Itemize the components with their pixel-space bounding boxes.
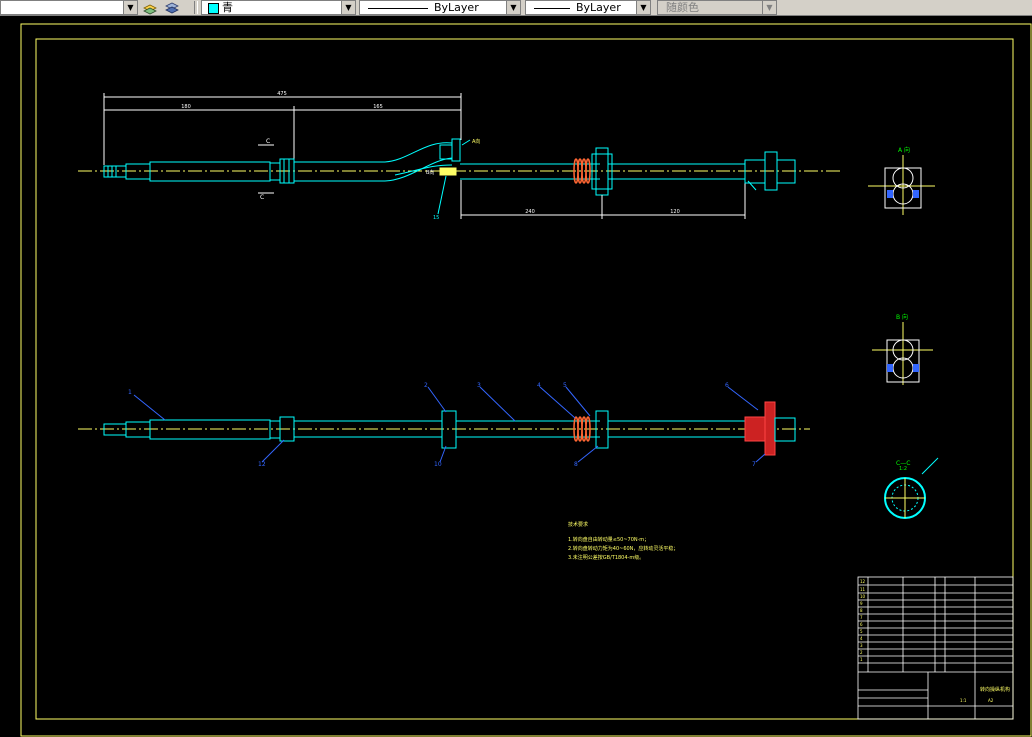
tech-req-title: 技术要求 bbox=[568, 521, 588, 528]
svg-text:1: 1 bbox=[860, 657, 863, 662]
svg-text:8: 8 bbox=[860, 608, 863, 613]
plotstyle-control-value: 随颜色 bbox=[666, 1, 699, 14]
properties-toolbar: ▼ 青 ▼ ByLayer ▼ ByLayer ▼ 随颜色 ▼ bbox=[0, 0, 1032, 16]
view-a: A 向 bbox=[868, 146, 935, 215]
tech-req-item-3: 3.未注明公差按GB/T1804-m级。 bbox=[568, 554, 644, 561]
svg-text:12: 12 bbox=[860, 579, 866, 584]
svg-text:180: 180 bbox=[181, 104, 191, 110]
title-block-scale: 1:1 bbox=[960, 698, 967, 703]
view-a-label: A 向 bbox=[898, 146, 910, 154]
svg-text:11: 11 bbox=[860, 587, 866, 592]
color-swatch-icon bbox=[208, 2, 219, 14]
svg-text:6: 6 bbox=[860, 622, 863, 627]
tech-req-item-1: 1.转向盘自由转动量≤50~70N·m； bbox=[568, 536, 649, 543]
svg-text:3: 3 bbox=[860, 643, 863, 648]
svg-text:C: C bbox=[266, 138, 270, 145]
lineweight-sample-icon bbox=[534, 7, 570, 9]
svg-text:7: 7 bbox=[860, 615, 863, 620]
svg-text:2: 2 bbox=[860, 650, 863, 655]
toolbar-separator bbox=[194, 1, 198, 14]
lineweight-control-dropdown[interactable]: ByLayer ▼ bbox=[525, 0, 651, 15]
linetype-control-dropdown[interactable]: ByLayer ▼ bbox=[359, 0, 521, 15]
color-control-value: 青 bbox=[222, 1, 233, 14]
svg-text:6: 6 bbox=[725, 382, 729, 389]
svg-text:5: 5 bbox=[563, 382, 567, 389]
main-view-bottom: 1 2 3 4 5 6 12 10 8 7 bbox=[78, 382, 810, 468]
chevron-down-icon: ▼ bbox=[762, 1, 776, 14]
chevron-down-icon[interactable]: ▼ bbox=[636, 1, 650, 14]
svg-text:4: 4 bbox=[537, 382, 541, 389]
view-b-label: B 向 bbox=[896, 313, 908, 321]
svg-text:240: 240 bbox=[525, 209, 535, 215]
view-b: B 向 bbox=[872, 313, 933, 385]
svg-text:2: 2 bbox=[424, 382, 428, 389]
svg-text:5: 5 bbox=[860, 629, 863, 634]
main-view-top: 475 180 165 C C A向 B向 240 120 15 bbox=[78, 91, 840, 221]
section-c-c: C—C 1:2 bbox=[884, 457, 939, 519]
svg-text:475: 475 bbox=[277, 91, 287, 97]
tech-req-item-2: 2.转向盘转动力矩为40~60N，应转动灵活平稳； bbox=[568, 545, 678, 552]
layer-previous-icon[interactable] bbox=[164, 0, 180, 15]
drawing-frame-border bbox=[35, 38, 1014, 720]
title-block-name: 转向操纵机构 bbox=[980, 686, 1010, 693]
svg-text:165: 165 bbox=[373, 104, 383, 110]
svg-text:1: 1 bbox=[128, 389, 132, 396]
paper-outer-border bbox=[20, 23, 1032, 737]
svg-text:12: 12 bbox=[258, 461, 266, 468]
chevron-down-icon[interactable]: ▼ bbox=[506, 1, 520, 14]
chevron-down-icon[interactable]: ▼ bbox=[341, 1, 355, 14]
svg-text:10: 10 bbox=[860, 594, 866, 599]
chevron-down-icon[interactable]: ▼ bbox=[123, 1, 137, 14]
linetype-control-value: ByLayer bbox=[434, 1, 479, 14]
technical-requirements: 技术要求 1.转向盘自由转动量≤50~70N·m； 2.转向盘转动力矩为40~6… bbox=[568, 521, 678, 561]
svg-text:15: 15 bbox=[433, 215, 439, 221]
section-c-scale: 1:2 bbox=[899, 466, 907, 472]
drawing-canvas[interactable]: 475 180 165 C C A向 B向 240 120 15 1 2 3 4… bbox=[0, 16, 1032, 737]
svg-text:3: 3 bbox=[477, 382, 481, 389]
plotstyle-control-dropdown: 随颜色 ▼ bbox=[657, 0, 777, 15]
title-block-size: A2 bbox=[988, 698, 994, 703]
svg-text:B向: B向 bbox=[426, 169, 434, 176]
lineweight-control-value: ByLayer bbox=[576, 1, 621, 14]
svg-text:7: 7 bbox=[752, 461, 756, 468]
color-control-dropdown[interactable]: 青 ▼ bbox=[201, 0, 356, 15]
svg-text:8: 8 bbox=[574, 461, 578, 468]
svg-text:A向: A向 bbox=[472, 138, 480, 145]
svg-text:C: C bbox=[260, 194, 264, 201]
svg-text:4: 4 bbox=[860, 636, 863, 641]
svg-text:10: 10 bbox=[434, 461, 442, 468]
svg-text:120: 120 bbox=[670, 209, 680, 215]
svg-text:9: 9 bbox=[860, 601, 863, 606]
layer-dropdown[interactable]: ▼ bbox=[0, 0, 138, 15]
linetype-sample-icon bbox=[368, 7, 428, 9]
layer-states-icon[interactable] bbox=[142, 0, 158, 15]
